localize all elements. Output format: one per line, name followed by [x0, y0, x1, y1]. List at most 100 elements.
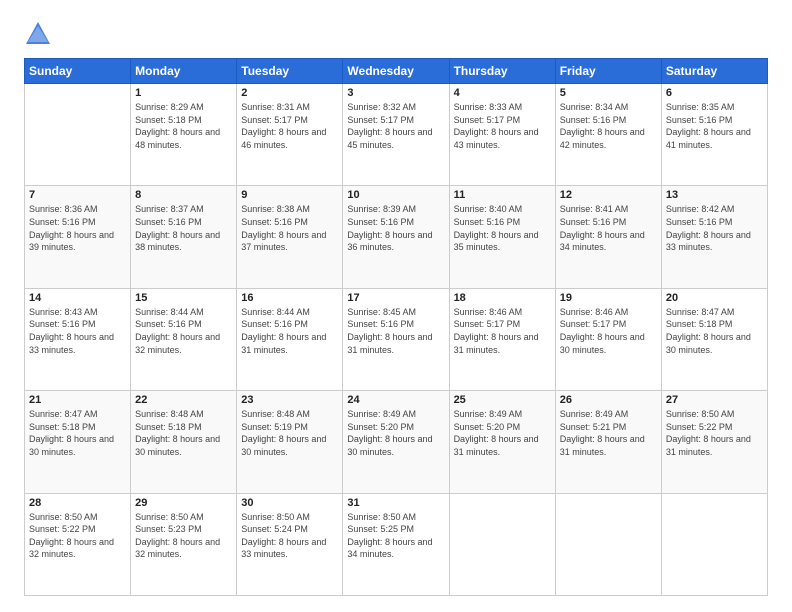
calendar-week-4: 21Sunrise: 8:47 AMSunset: 5:18 PMDayligh… — [25, 391, 768, 493]
calendar-cell: 10Sunrise: 8:39 AMSunset: 5:16 PMDayligh… — [343, 186, 449, 288]
calendar-cell: 7 Sunrise: 8:36 AMSunset: 5:16 PMDaylight… — [25, 186, 131, 288]
day-number: 30 — [241, 497, 338, 509]
calendar-cell: 24 Sunrise: 8:49 AMSunset: 5:20 PMDayligh… — [343, 391, 449, 493]
day-info: Sunrise: 8:50 AMSunset: 5:22 PMDaylight:… — [29, 511, 126, 561]
calendar-header-monday: Monday — [131, 59, 237, 84]
day-info: Sunrise: 8:32 AMSunset: 5:17 PMDaylight:… — [347, 101, 444, 151]
calendar-header-thursday: Thursday — [449, 59, 555, 84]
day-number: 11 — [454, 189, 551, 201]
day-number: 20 — [666, 292, 763, 304]
calendar-cell: 1Sunrise: 8:29 AMSunset: 5:18 PMDaylight… — [131, 84, 237, 186]
calendar-cell — [661, 493, 767, 595]
day-info: Sunrise: 8:49 AMSunset: 5:20 PMDaylight:… — [347, 408, 444, 458]
page: SundayMondayTuesdayWednesdayThursdayFrid… — [0, 0, 792, 612]
day-info: Sunrise: 8:50 AMSunset: 5:24 PMDaylight:… — [241, 511, 338, 561]
logo — [24, 20, 56, 48]
day-number: 27 — [666, 394, 763, 406]
day-number: 17 — [347, 292, 444, 304]
calendar-week-2: 7 Sunrise: 8:36 AMSunset: 5:16 PMDaylight… — [25, 186, 768, 288]
calendar-cell: 12 Sunrise: 8:41 AMSunset: 5:16 PMDayligh… — [555, 186, 661, 288]
day-info: Sunrise: 8:33 AMSunset: 5:17 PMDaylight:… — [454, 101, 551, 151]
day-info: Sunrise: 8:37 AMSunset: 5:16 PMDaylight:… — [135, 203, 232, 253]
day-number: 23 — [241, 394, 338, 406]
day-number: 6 — [666, 87, 763, 99]
calendar-cell: 9 Sunrise: 8:38 AMSunset: 5:16 PMDaylight… — [237, 186, 343, 288]
day-info: Sunrise: 8:45 AMSunset: 5:16 PMDaylight:… — [347, 306, 444, 356]
calendar-header-wednesday: Wednesday — [343, 59, 449, 84]
calendar-cell: 22 Sunrise: 8:48 AMSunset: 5:18 PMDayligh… — [131, 391, 237, 493]
day-number: 3 — [347, 87, 444, 99]
calendar-cell: 30 Sunrise: 8:50 AMSunset: 5:24 PMDayligh… — [237, 493, 343, 595]
day-number: 5 — [560, 87, 657, 99]
calendar-cell — [25, 84, 131, 186]
day-info: Sunrise: 8:50 AMSunset: 5:23 PMDaylight:… — [135, 511, 232, 561]
day-info: Sunrise: 8:46 AMSunset: 5:17 PMDaylight:… — [454, 306, 551, 356]
day-number: 2 — [241, 87, 338, 99]
calendar-cell: 16Sunrise: 8:44 AMSunset: 5:16 PMDayligh… — [237, 288, 343, 390]
calendar-cell: 8 Sunrise: 8:37 AMSunset: 5:16 PMDaylight… — [131, 186, 237, 288]
calendar-cell: 21Sunrise: 8:47 AMSunset: 5:18 PMDayligh… — [25, 391, 131, 493]
day-number: 18 — [454, 292, 551, 304]
calendar-cell: 31 Sunrise: 8:50 AMSunset: 5:25 PMDayligh… — [343, 493, 449, 595]
day-number: 15 — [135, 292, 232, 304]
day-info: Sunrise: 8:46 AMSunset: 5:17 PMDaylight:… — [560, 306, 657, 356]
calendar-cell: 29 Sunrise: 8:50 AMSunset: 5:23 PMDayligh… — [131, 493, 237, 595]
calendar-cell: 28 Sunrise: 8:50 AMSunset: 5:22 PMDayligh… — [25, 493, 131, 595]
calendar-cell: 11 Sunrise: 8:40 AMSunset: 5:16 PMDayligh… — [449, 186, 555, 288]
calendar-header-saturday: Saturday — [661, 59, 767, 84]
day-number: 28 — [29, 497, 126, 509]
calendar-header-friday: Friday — [555, 59, 661, 84]
calendar-week-5: 28 Sunrise: 8:50 AMSunset: 5:22 PMDayligh… — [25, 493, 768, 595]
calendar-cell: 23 Sunrise: 8:48 AMSunset: 5:19 PMDayligh… — [237, 391, 343, 493]
calendar-cell: 5 Sunrise: 8:34 AMSunset: 5:16 PMDaylight… — [555, 84, 661, 186]
day-number: 8 — [135, 189, 232, 201]
day-number: 13 — [666, 189, 763, 201]
day-info: Sunrise: 8:31 AMSunset: 5:17 PMDaylight:… — [241, 101, 338, 151]
calendar-header-row: SundayMondayTuesdayWednesdayThursdayFrid… — [25, 59, 768, 84]
day-number: 25 — [454, 394, 551, 406]
day-number: 31 — [347, 497, 444, 509]
day-info: Sunrise: 8:50 AMSunset: 5:22 PMDaylight:… — [666, 408, 763, 458]
day-info: Sunrise: 8:41 AMSunset: 5:16 PMDaylight:… — [560, 203, 657, 253]
calendar-cell: 27 Sunrise: 8:50 AMSunset: 5:22 PMDayligh… — [661, 391, 767, 493]
calendar-cell: 6 Sunrise: 8:35 AMSunset: 5:16 PMDaylight… — [661, 84, 767, 186]
day-number: 19 — [560, 292, 657, 304]
calendar-week-3: 14 Sunrise: 8:43 AMSunset: 5:16 PMDayligh… — [25, 288, 768, 390]
day-number: 4 — [454, 87, 551, 99]
calendar-header-tuesday: Tuesday — [237, 59, 343, 84]
calendar-cell: 3 Sunrise: 8:32 AMSunset: 5:17 PMDaylight… — [343, 84, 449, 186]
day-info: Sunrise: 8:38 AMSunset: 5:16 PMDaylight:… — [241, 203, 338, 253]
day-number: 26 — [560, 394, 657, 406]
calendar-cell: 26Sunrise: 8:49 AMSunset: 5:21 PMDayligh… — [555, 391, 661, 493]
day-number: 7 — [29, 189, 126, 201]
logo-icon — [24, 20, 52, 48]
day-number: 22 — [135, 394, 232, 406]
day-info: Sunrise: 8:35 AMSunset: 5:16 PMDaylight:… — [666, 101, 763, 151]
calendar-cell: 19 Sunrise: 8:46 AMSunset: 5:17 PMDayligh… — [555, 288, 661, 390]
calendar-cell: 14 Sunrise: 8:43 AMSunset: 5:16 PMDayligh… — [25, 288, 131, 390]
calendar-cell: 25 Sunrise: 8:49 AMSunset: 5:20 PMDayligh… — [449, 391, 555, 493]
day-info: Sunrise: 8:43 AMSunset: 5:16 PMDaylight:… — [29, 306, 126, 356]
day-number: 9 — [241, 189, 338, 201]
day-number: 16 — [241, 292, 338, 304]
day-info: Sunrise: 8:50 AMSunset: 5:25 PMDaylight:… — [347, 511, 444, 561]
day-info: Sunrise: 8:44 AMSunset: 5:16 PMDaylight:… — [135, 306, 232, 356]
day-number: 29 — [135, 497, 232, 509]
day-info: Sunrise: 8:29 AMSunset: 5:18 PMDaylight:… — [135, 101, 232, 151]
day-number: 21 — [29, 394, 126, 406]
day-info: Sunrise: 8:36 AMSunset: 5:16 PMDaylight:… — [29, 203, 126, 253]
calendar-table: SundayMondayTuesdayWednesdayThursdayFrid… — [24, 58, 768, 596]
calendar-cell: 4 Sunrise: 8:33 AMSunset: 5:17 PMDaylight… — [449, 84, 555, 186]
day-info: Sunrise: 8:48 AMSunset: 5:18 PMDaylight:… — [135, 408, 232, 458]
day-info: Sunrise: 8:48 AMSunset: 5:19 PMDaylight:… — [241, 408, 338, 458]
day-info: Sunrise: 8:49 AMSunset: 5:20 PMDaylight:… — [454, 408, 551, 458]
day-info: Sunrise: 8:40 AMSunset: 5:16 PMDaylight:… — [454, 203, 551, 253]
day-number: 24 — [347, 394, 444, 406]
calendar-cell: 2 Sunrise: 8:31 AMSunset: 5:17 PMDaylight… — [237, 84, 343, 186]
day-number: 12 — [560, 189, 657, 201]
day-info: Sunrise: 8:34 AMSunset: 5:16 PMDaylight:… — [560, 101, 657, 151]
day-info: Sunrise: 8:47 AMSunset: 5:18 PMDaylight:… — [666, 306, 763, 356]
calendar-cell: 20 Sunrise: 8:47 AMSunset: 5:18 PMDayligh… — [661, 288, 767, 390]
day-number: 14 — [29, 292, 126, 304]
day-info: Sunrise: 8:42 AMSunset: 5:16 PMDaylight:… — [666, 203, 763, 253]
